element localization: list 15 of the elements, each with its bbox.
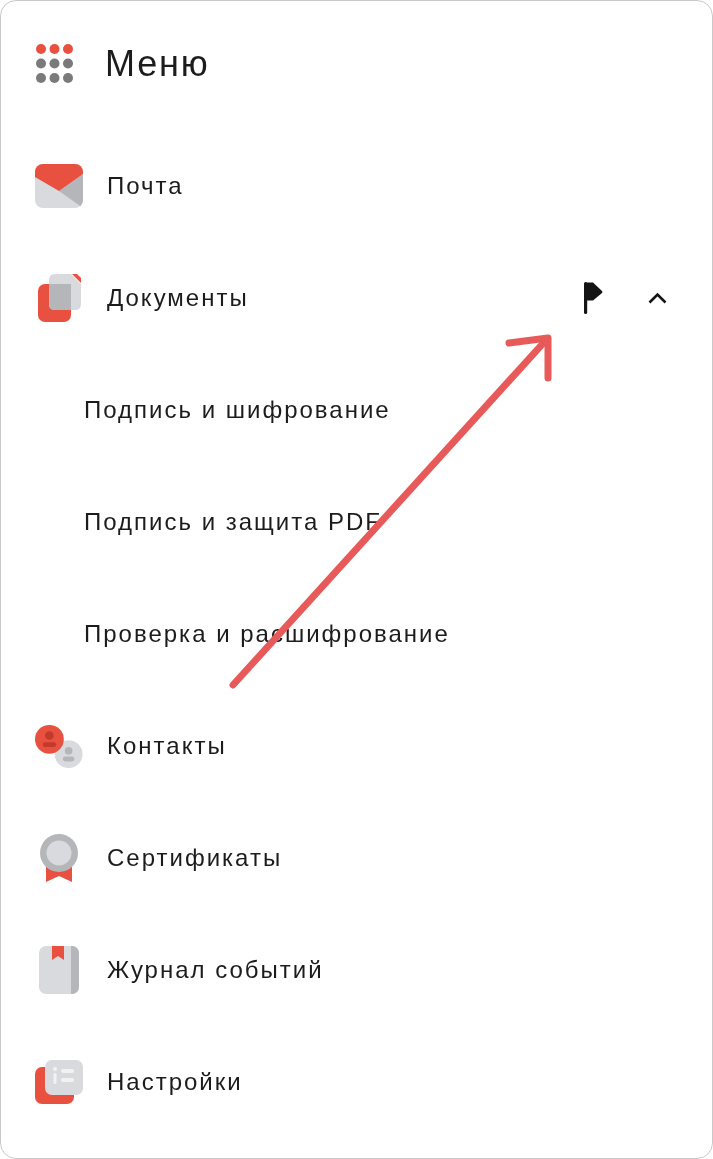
settings-icon [35,1060,83,1104]
medal-icon [39,834,79,882]
menu-item[interactable]: Контакты [35,723,227,769]
menu-item[interactable]: Сертификаты [35,834,283,882]
menu-item[interactable]: Журнал событий [35,946,324,994]
documents-icon [35,272,83,324]
submenu-item[interactable]: Подпись и шифрование [84,396,391,424]
menu-item[interactable]: Настройки [35,1060,243,1104]
book-icon [39,946,79,994]
menu-title: Меню [105,43,210,85]
envelope-icon [35,164,83,208]
menu-item[interactable]: Почта [35,164,184,208]
submenu-item[interactable]: Подпись и защита PDF [84,508,382,536]
contacts-icon [35,723,83,769]
menu-item[interactable]: Документы [35,272,249,324]
